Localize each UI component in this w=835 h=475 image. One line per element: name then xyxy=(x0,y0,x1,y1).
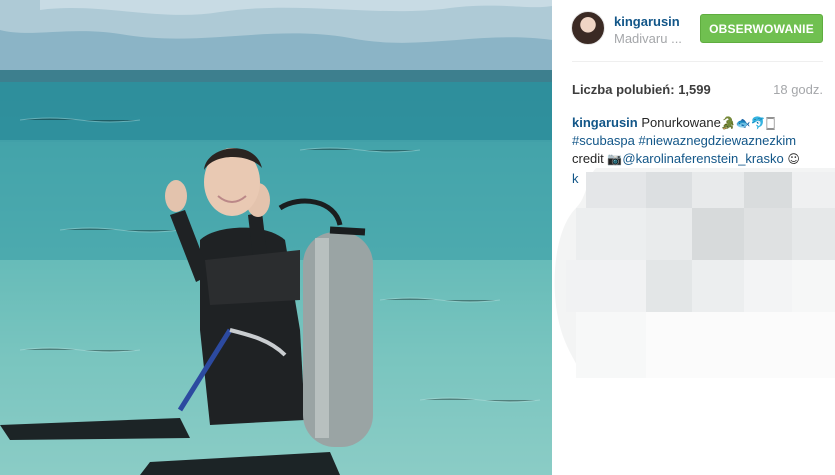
likes-label: Liczba polubień: xyxy=(572,82,675,97)
smile-icon: ☺ xyxy=(787,152,800,166)
likes-row: Liczba polubień: 1,599 18 godz. xyxy=(572,82,823,98)
caption-text: Ponurkowane xyxy=(641,115,721,130)
avatar[interactable] xyxy=(571,11,605,45)
caption-line-2: #scubaspa #niewaznegdziewaznezkim xyxy=(572,132,823,150)
username-link[interactable]: kingarusin xyxy=(614,14,680,29)
caption-username[interactable]: kingarusin xyxy=(572,115,638,130)
follow-button[interactable]: OBSERWOWANIE xyxy=(700,14,823,43)
caption-line-3: credit 📷@karolinaferenstein_krasko ☺ xyxy=(572,150,823,168)
hashtag-scubaspa[interactable]: #scubaspa xyxy=(572,133,635,148)
likes-count[interactable]: 1,599 xyxy=(678,82,711,97)
post-photo[interactable] xyxy=(0,0,552,475)
post-side-panel: kingarusin Madivaru ... OBSERWOWANIE Lic… xyxy=(552,0,835,475)
caption-emoji: 🐊🐟🐬🀆 xyxy=(720,116,776,130)
diver-photo-illustration xyxy=(0,0,552,475)
credit-label: credit xyxy=(572,151,604,166)
mention-link[interactable]: @karolinaferenstein_krasko xyxy=(622,151,783,166)
camera-icon: 📷 xyxy=(607,152,623,166)
timestamp[interactable]: 18 godz. xyxy=(773,82,823,97)
post-header: kingarusin Madivaru ... OBSERWOWANIE xyxy=(552,0,835,60)
hashtag-niewaznegdziewaznezkim[interactable]: #niewaznegdziewaznezkim xyxy=(639,133,797,148)
location-link[interactable]: Madivaru ... xyxy=(614,31,694,46)
caption-line-1: kingarusin Ponurkowane🐊🐟🐬🀆 xyxy=(572,114,823,132)
pixelated-blur-overlay xyxy=(554,168,835,378)
divider xyxy=(572,61,823,62)
